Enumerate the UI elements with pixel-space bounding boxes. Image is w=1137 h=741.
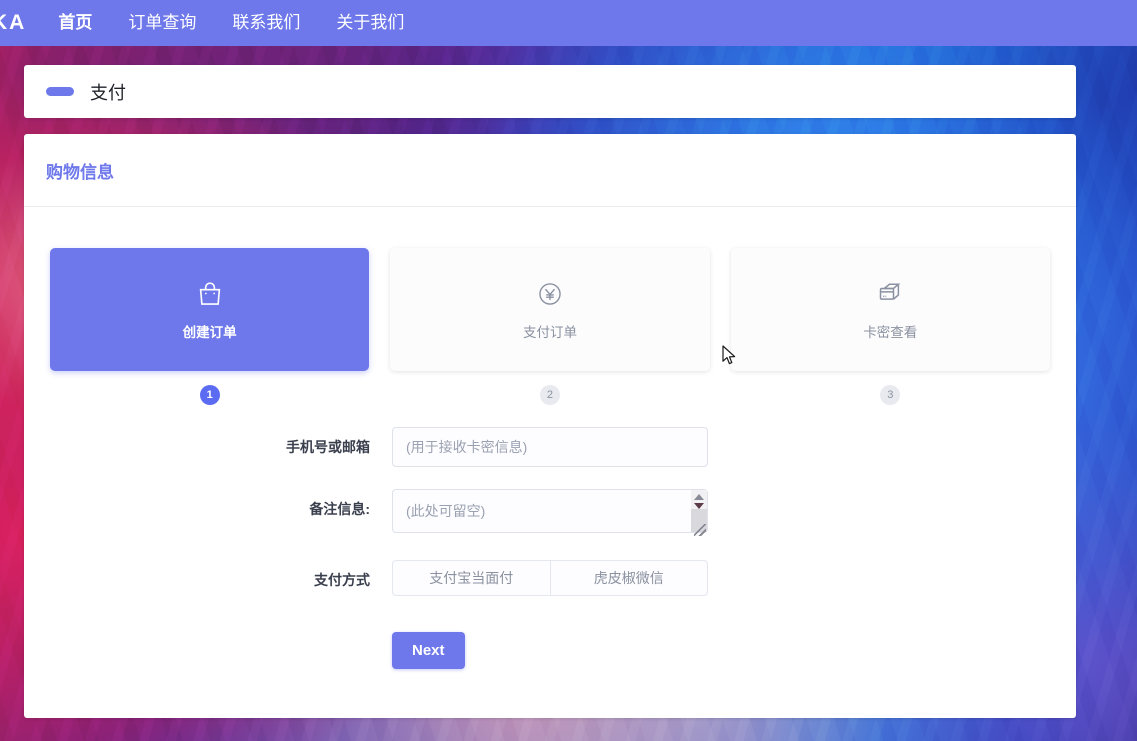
step-dot-1[interactable]: 1	[199, 385, 220, 405]
submit-spacer	[24, 632, 392, 669]
step-label-create-order: 创建订单	[182, 325, 237, 340]
nav-link-home[interactable]: 首页	[40, 0, 110, 46]
form-row-contact: 手机号或邮箱	[24, 427, 1076, 467]
form-row-payment: 支付方式 支付宝当面付 虎皮椒微信	[24, 560, 1076, 600]
payment-option-wechat[interactable]: 虎皮椒微信	[549, 561, 708, 595]
yen-circle-icon	[536, 278, 564, 310]
step-card-pay-order[interactable]: 支付订单	[390, 248, 710, 371]
payment-method-group: 支付宝当面付 虎皮椒微信	[392, 560, 708, 596]
section-title: 购物信息	[46, 162, 114, 182]
remark-field-wrap	[392, 489, 708, 538]
shopping-info-panel: 购物信息 创建订单 支付订单 卡密查看 1 2 3 手机号或邮箱 (用于接收卡密…	[24, 134, 1076, 718]
page-title-panel: 支付	[24, 65, 1076, 118]
contact-label: 手机号或邮箱	[286, 439, 370, 455]
remark-label: 备注信息:	[309, 501, 370, 517]
step-dots-row: 1 2 3	[24, 371, 1076, 405]
remark-textarea[interactable]	[392, 489, 708, 533]
shopping-bag-icon	[195, 278, 225, 310]
step-dot-cell-3: 3	[731, 385, 1050, 405]
remark-textarea-wrap	[392, 489, 708, 538]
steps-row: 创建订单 支付订单 卡密查看	[24, 207, 1076, 371]
title-dash-icon	[46, 87, 74, 96]
nav-link-order-query[interactable]: 订单查询	[110, 0, 214, 46]
payment-label: 支付方式	[314, 572, 370, 588]
card-stack-icon	[875, 278, 905, 310]
payment-option-alipay[interactable]: 支付宝当面付	[393, 561, 550, 595]
next-button[interactable]: Next	[392, 632, 465, 669]
nav-link-contact-us[interactable]: 联系我们	[214, 0, 318, 46]
resize-grip-icon[interactable]	[694, 524, 706, 536]
step-dot-cell-2: 2	[390, 385, 709, 405]
order-form: 手机号或邮箱 备注信息: 支付方式	[24, 405, 1076, 669]
brand-logo[interactable]: KA	[0, 11, 40, 35]
form-row-remark: 备注信息:	[24, 489, 1076, 538]
step-label-pay-order: 支付订单	[522, 325, 577, 340]
nav-link-about-us[interactable]: 关于我们	[318, 0, 422, 46]
scroll-up-arrow-icon[interactable]	[694, 494, 704, 500]
step-card-view-card-secret[interactable]: 卡密查看	[730, 248, 1050, 371]
payment-field-wrap: 支付宝当面付 虎皮椒微信	[392, 560, 708, 596]
step-card-create-order[interactable]: 创建订单	[50, 248, 370, 371]
contact-input[interactable]	[392, 427, 708, 467]
page-title: 支付	[90, 82, 126, 103]
step-dot-cell-1: 1	[50, 385, 369, 405]
submit-row: Next	[24, 632, 1076, 669]
contact-field-wrap	[392, 427, 708, 467]
step-label-view-card-secret: 卡密查看	[863, 325, 918, 340]
step-dot-2[interactable]: 2	[539, 385, 560, 405]
section-header: 购物信息	[24, 134, 1076, 207]
step-dot-3[interactable]: 3	[880, 385, 901, 405]
top-navbar: KA 首页 订单查询 联系我们 关于我们	[0, 0, 1137, 46]
